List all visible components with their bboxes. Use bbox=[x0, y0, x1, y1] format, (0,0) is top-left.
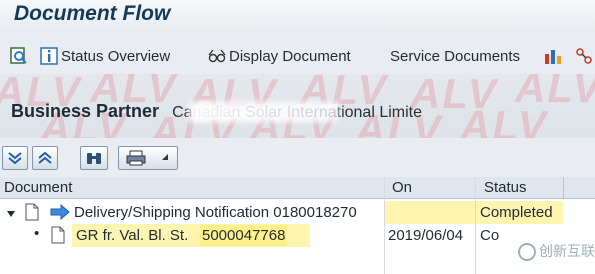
date-cell: 2019/06/04 bbox=[388, 227, 464, 244]
expand-all-icon bbox=[8, 152, 22, 165]
grid-header: Document On Status bbox=[0, 177, 595, 199]
bar-chart-icon bbox=[545, 50, 561, 64]
arrow-right-icon bbox=[50, 203, 70, 224]
date-cell bbox=[385, 201, 475, 224]
column-separator bbox=[563, 177, 564, 198]
dropdown-arrow-icon bbox=[162, 154, 168, 160]
document-cell-prefix: GR fr. Val. Bl. St. bbox=[76, 227, 189, 244]
title-bar: Document Flow bbox=[0, 0, 595, 32]
status-overview-label: Status Overview bbox=[61, 47, 171, 65]
service-documents-label: Service Documents bbox=[390, 47, 521, 65]
find-in-grid-button[interactable] bbox=[80, 146, 108, 170]
business-partner: Business Partner Canadian Solar Internat… bbox=[11, 101, 422, 122]
document-number[interactable]: 5000047768 bbox=[200, 225, 288, 246]
column-header-on[interactable]: On bbox=[392, 179, 412, 196]
find-button[interactable] bbox=[10, 45, 31, 67]
document-icon bbox=[24, 203, 40, 225]
collapse-all-button[interactable] bbox=[32, 146, 58, 170]
display-document-button[interactable]: Display Document bbox=[208, 45, 351, 67]
tree-bullet: • bbox=[34, 225, 40, 242]
table-row[interactable]: Delivery/Shipping Notification 018001827… bbox=[0, 201, 595, 224]
brand-watermark: 创新互联 bbox=[518, 241, 595, 262]
display-document-label: Display Document bbox=[229, 47, 351, 65]
status-cell: Co bbox=[480, 227, 500, 244]
hierarchy-icon bbox=[576, 48, 592, 64]
grid-toolbar bbox=[0, 140, 595, 174]
status-overview-button[interactable]: Status Overview bbox=[40, 45, 170, 67]
expand-all-button[interactable] bbox=[2, 146, 28, 170]
info-icon bbox=[40, 47, 58, 65]
application-toolbar: Status Overview Display Document Service… bbox=[0, 36, 595, 75]
column-header-document[interactable]: Document bbox=[4, 179, 72, 196]
column-header-status[interactable]: Status bbox=[484, 179, 527, 196]
service-documents-button[interactable]: Service Documents bbox=[390, 45, 520, 67]
collapse-node-icon[interactable] bbox=[6, 206, 16, 223]
chart-button[interactable] bbox=[544, 45, 565, 67]
binoculars-icon bbox=[87, 153, 101, 164]
alv-watermark: ALV bbox=[460, 102, 548, 138]
document-cell: Delivery/Shipping Notification 018001827… bbox=[74, 204, 357, 221]
brand-text: 创新互联 bbox=[539, 243, 595, 259]
document-icon bbox=[50, 226, 66, 248]
printer-icon bbox=[126, 150, 146, 166]
page-title: Document Flow bbox=[14, 2, 171, 25]
brand-logo-icon bbox=[518, 243, 536, 262]
redaction-blur bbox=[189, 102, 339, 122]
find-icon bbox=[10, 47, 27, 64]
glasses-icon bbox=[208, 49, 226, 63]
table-row[interactable]: • GR fr. Val. Bl. St. 5000047768 2019/06… bbox=[0, 224, 595, 247]
hierarchy-button[interactable] bbox=[575, 45, 595, 67]
business-partner-label: Business Partner bbox=[11, 101, 160, 121]
collapse-all-icon bbox=[38, 151, 52, 164]
document-flow-grid: Document On Status Delivery/Shipping Not… bbox=[0, 177, 595, 274]
print-menu-button[interactable] bbox=[118, 146, 178, 170]
status-cell: Completed bbox=[480, 204, 553, 221]
